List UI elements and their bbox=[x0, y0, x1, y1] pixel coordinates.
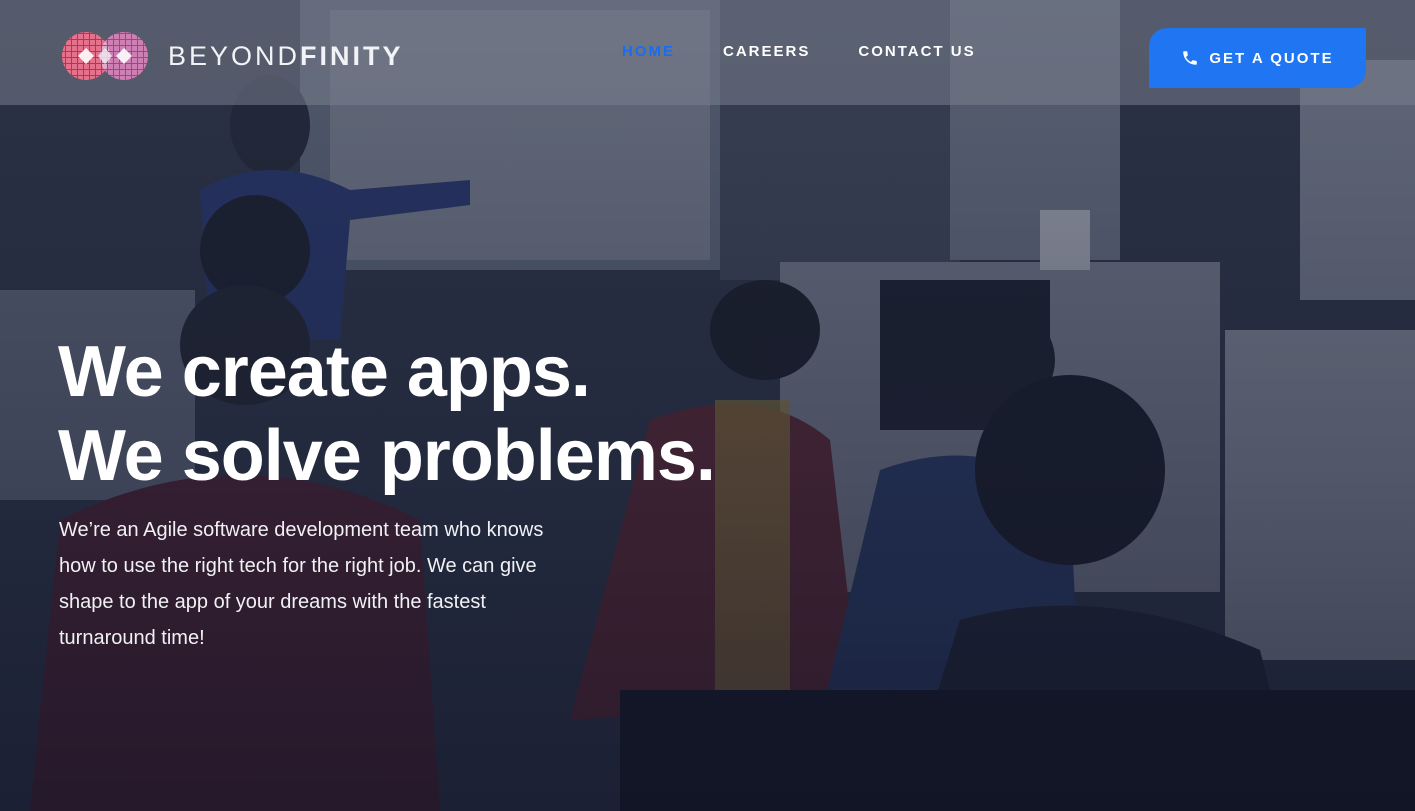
nav-item-contact-us[interactable]: CONTACT US bbox=[858, 43, 975, 60]
logo-wordmark: BEYONDFINITY bbox=[168, 41, 404, 72]
hero-section: BEYONDFINITY HOME CAREERS CONTACT US GET… bbox=[0, 0, 1415, 811]
get-a-quote-button[interactable]: GET A QUOTE bbox=[1149, 28, 1366, 88]
hero-description: We’re an Agile software development team… bbox=[59, 519, 544, 649]
main-nav: HOME CAREERS CONTACT US bbox=[622, 43, 1024, 60]
headline-line-1: We create apps. bbox=[58, 332, 591, 412]
logo-text-bold: FINITY bbox=[300, 40, 404, 71]
logo[interactable]: BEYONDFINITY bbox=[60, 28, 404, 84]
logo-icon bbox=[62, 32, 148, 80]
site-header: BEYONDFINITY HOME CAREERS CONTACT US GET… bbox=[0, 0, 1415, 105]
logo-text-light: BEYOND bbox=[168, 40, 301, 71]
nav-item-careers[interactable]: CAREERS bbox=[723, 43, 810, 60]
headline-line-2: We solve problems. bbox=[58, 416, 716, 496]
get-a-quote-label: GET A QUOTE bbox=[1209, 49, 1334, 67]
phone-icon bbox=[1181, 49, 1199, 67]
nav-item-home[interactable]: HOME bbox=[622, 43, 675, 60]
hero-headline: We create apps. We solve problems. bbox=[58, 330, 716, 498]
